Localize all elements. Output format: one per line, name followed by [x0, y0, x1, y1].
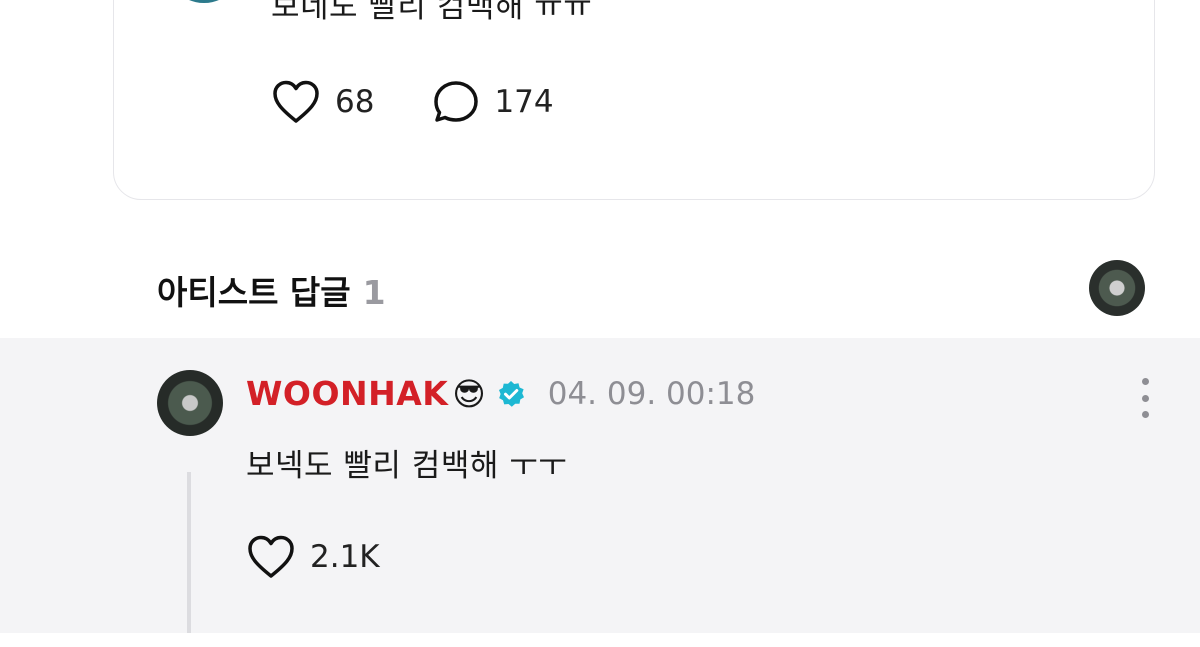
- artist-avatar[interactable]: [1089, 260, 1145, 316]
- comment-button[interactable]: 174: [432, 79, 554, 125]
- sunglasses-emoji: 😎: [452, 374, 486, 413]
- like-count: 68: [335, 84, 375, 120]
- reply-text: 보넥도 빨리 컴백해 ㅜㅜ: [246, 448, 568, 484]
- reply-like-button[interactable]: 2.1K: [246, 534, 380, 580]
- comment-bubble-icon: [434, 81, 479, 122]
- reply-meta: WOONHAK 😎 04. 09. 00:18: [246, 374, 755, 413]
- verified-badge-icon: [498, 380, 524, 407]
- reply-like-count: 2.1K: [310, 539, 380, 575]
- more-vertical-icon-dot: [1141, 394, 1149, 402]
- artist-replies-count: 1: [362, 273, 386, 312]
- more-options-button[interactable]: [1136, 378, 1154, 418]
- artist-replies-title: 아티스트 답글: [157, 273, 351, 312]
- heart-icon: [273, 80, 319, 123]
- thread-line: [187, 472, 191, 633]
- reply-timestamp: 04. 09. 00:18: [547, 375, 756, 412]
- artist-replies-header: 아티스트 답글 1: [157, 266, 386, 314]
- reply-author-name[interactable]: WOONHAK: [246, 374, 448, 413]
- post-card[interactable]: 보네도 빨리 컴백해 ㅠㅠ 68 174: [113, 0, 1155, 200]
- more-vertical-icon-dot: [1141, 411, 1149, 418]
- artist-reply: WOONHAK 😎 04. 09. 00:18 보넥도 빨리 컴백해 ㅜㅜ 2.…: [0, 338, 1200, 633]
- heart-icon: [248, 535, 294, 578]
- comment-count: 174: [494, 84, 554, 120]
- reply-author-avatar[interactable]: [157, 370, 223, 436]
- post-actions: 68 174: [271, 79, 612, 125]
- post-author-avatar[interactable]: [161, 0, 247, 3]
- post-text: 보네도 빨리 컴백해 ㅠㅠ: [271, 0, 593, 25]
- reply-actions: 2.1K: [246, 534, 438, 580]
- more-vertical-icon-dot: [1141, 378, 1149, 385]
- like-button[interactable]: 68: [271, 79, 374, 125]
